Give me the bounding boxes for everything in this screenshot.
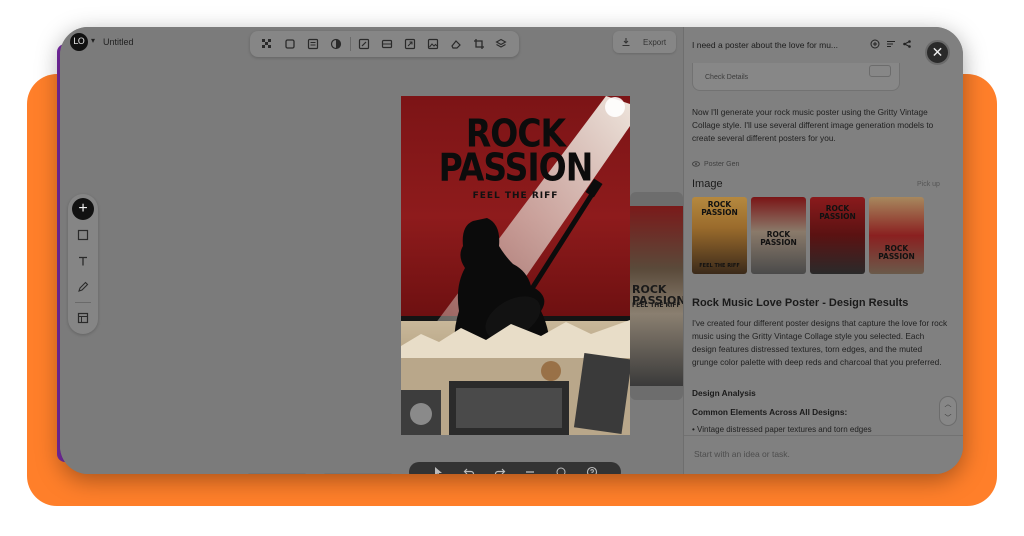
export-label: Export: [643, 37, 667, 47]
app-logo[interactable]: LO: [70, 33, 88, 51]
list-item-text: Vintage distressed paper textures and to…: [697, 425, 872, 434]
scroll-down-icon[interactable]: ﹀: [945, 413, 952, 423]
export-button[interactable]: Export: [613, 31, 676, 53]
left-toolbar: +: [68, 194, 98, 334]
scroll-controls: ︿ ﹀: [939, 396, 957, 426]
tool-result-card[interactable]: Check Details: [692, 63, 900, 91]
toolbar-divider: [349, 37, 351, 51]
background-remover-icon[interactable]: [256, 32, 279, 56]
cursor-icon[interactable]: [432, 466, 444, 474]
crop-icon[interactable]: [467, 32, 490, 56]
chat-input[interactable]: [694, 446, 924, 462]
canvas-status-bar: [323, 473, 393, 474]
results-heading: Rock Music Love Poster - Design Results: [692, 297, 909, 309]
assistant-intro-text: Now I'll generate your rock music poster…: [692, 107, 934, 143]
plus-icon: +: [78, 200, 88, 217]
image-tools-toolbar: [250, 31, 519, 57]
scroll-up-icon[interactable]: ︿: [945, 399, 952, 409]
upscale-icon[interactable]: [398, 32, 421, 56]
chevron-down-icon[interactable]: ▾: [91, 36, 95, 45]
chat-composer: [684, 435, 963, 474]
common-elements-heading: Common Elements Across All Designs:: [692, 407, 848, 417]
app-window: LO ▾ Untitled Export + ROCK PASSION FEEL…: [60, 27, 963, 474]
alternate-poster-preview[interactable]: ROCK PASSION FEEL THE RIFF: [630, 192, 683, 400]
history-icon[interactable]: [886, 39, 896, 49]
document-title[interactable]: Untitled: [103, 37, 134, 47]
text-tool-icon[interactable]: [72, 250, 94, 272]
thumbnail-1[interactable]: ROCK PASSION FEEL THE RIFF: [692, 197, 747, 274]
color-filter-icon[interactable]: [325, 32, 348, 56]
zoom-out-icon[interactable]: [524, 466, 536, 474]
download-icon: [622, 38, 630, 47]
thumbnail-2[interactable]: ROCK PASSION: [751, 197, 806, 274]
canvas-status-bar: [247, 473, 307, 474]
thumbnail-3[interactable]: ROCK PASSION: [810, 197, 865, 274]
toolbar-divider: [75, 302, 91, 303]
expand-icon[interactable]: [375, 32, 398, 56]
rectangle-icon[interactable]: [72, 224, 94, 246]
edit-image-icon[interactable]: [353, 32, 376, 56]
eraser-icon[interactable]: [444, 32, 467, 56]
pencil-icon[interactable]: [72, 276, 94, 298]
thumbnail-4[interactable]: ROCK PASSION: [869, 197, 924, 274]
guitarist-silhouette: [401, 178, 630, 435]
rock-passion-poster[interactable]: ROCK PASSION FEEL THE RIFF: [401, 96, 630, 435]
template-icon[interactable]: [72, 307, 94, 329]
text-box-icon[interactable]: [302, 32, 325, 56]
new-chat-icon[interactable]: [870, 39, 880, 49]
generated-thumbnails: ROCK PASSION FEEL THE RIFF ROCK PASSION …: [692, 197, 924, 274]
thumbnail-title: ROCK PASSION: [819, 204, 856, 221]
redo-icon[interactable]: [494, 466, 506, 474]
image-icon[interactable]: [421, 32, 444, 56]
help-icon[interactable]: [586, 466, 598, 474]
result-thumbnail: [869, 65, 891, 77]
stack-icon[interactable]: [490, 32, 513, 56]
thumbnail-title: ROCK PASSION: [760, 230, 797, 247]
bottom-toolbar: [409, 462, 621, 474]
screenshot-stage: LO ▾ Untitled Export + ROCK PASSION FEEL…: [0, 0, 1024, 536]
design-analysis-heading: Design Analysis: [692, 388, 756, 398]
thumbnail-title: ROCK PASSION: [878, 244, 915, 261]
design-canvas[interactable]: LO ▾ Untitled Export + ROCK PASSION FEEL…: [60, 27, 683, 474]
list-item: • Vintage distressed paper textures and …: [692, 425, 872, 434]
chat-panel: I need a poster about the love for mu...…: [683, 27, 963, 474]
alternate-poster-tagline: FEEL THE RIFF: [632, 302, 681, 309]
thumbnail-tagline: FEEL THE RIFF: [699, 263, 740, 269]
layer-icon[interactable]: [279, 32, 302, 56]
share-icon[interactable]: [902, 39, 912, 49]
zoom-in-icon[interactable]: [555, 466, 567, 474]
close-icon[interactable]: ✕: [925, 40, 950, 65]
undo-icon[interactable]: [463, 466, 475, 474]
add-button[interactable]: +: [72, 198, 94, 220]
results-body-text: I've created four different poster desig…: [692, 318, 948, 367]
tool-label: Poster Gen: [692, 160, 739, 168]
logo-glyph: LO: [73, 37, 85, 47]
thumbnail-title: ROCK PASSION: [701, 200, 738, 217]
image-section-heading: Image: [692, 178, 723, 190]
pick-up-link[interactable]: Pick up: [917, 181, 940, 188]
tool-label-text: Poster Gen: [704, 160, 740, 168]
chat-header-actions: [870, 39, 912, 49]
check-details-link[interactable]: Check Details: [705, 74, 748, 81]
chat-title: I need a poster about the love for mu...: [692, 40, 839, 50]
eye-icon: [692, 161, 700, 167]
